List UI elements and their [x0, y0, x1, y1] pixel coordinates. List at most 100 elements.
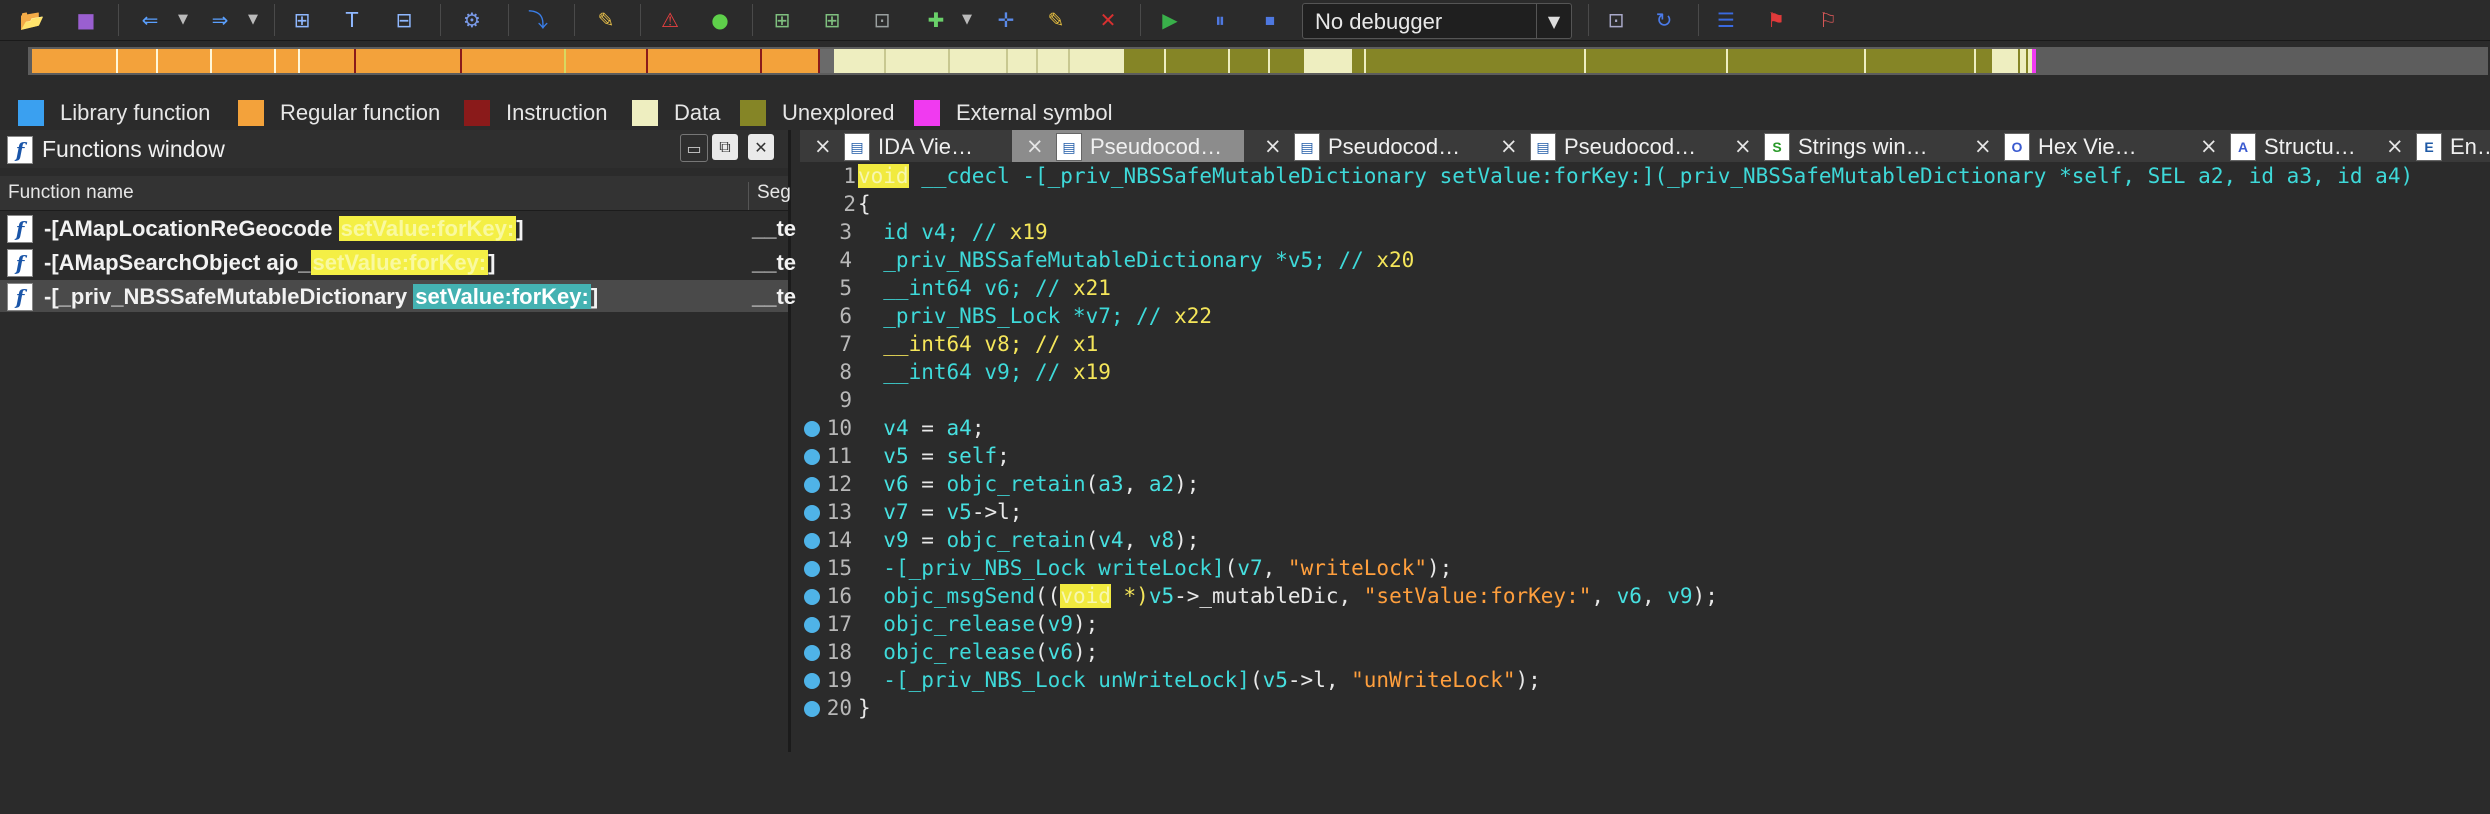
nav-tick [646, 49, 648, 73]
code-line[interactable]: 10 v4 = a4; [800, 414, 2490, 442]
close-icon[interactable]: × [1264, 134, 1282, 158]
code-line[interactable]: 12 v6 = objc_retain(a3, a2); [800, 470, 2490, 498]
tab-pseudocode[interactable]: × ▤ Pseudocod… [1486, 130, 1718, 162]
chevron-down-icon[interactable]: ▼ [248, 12, 258, 27]
close-icon[interactable]: × [1734, 134, 1752, 158]
column-segment[interactable]: Seg [748, 182, 791, 210]
go-icon[interactable]: ● [706, 6, 734, 34]
structures-icon: A [2230, 133, 2256, 161]
close-icon[interactable]: × [1974, 134, 1992, 158]
breakpoint-marker[interactable] [804, 701, 820, 717]
breakpoint-marker[interactable] [804, 617, 820, 633]
close-icon[interactable]: × [2200, 134, 2218, 158]
segment-icon[interactable]: ⊡ [868, 6, 896, 34]
code-line[interactable]: 13 v7 = v5->l; [800, 498, 2490, 526]
tab-pseudocode[interactable]: × ▤ Pseudocod… [1250, 130, 1482, 162]
breakpoint-marker[interactable] [804, 533, 820, 549]
code-line[interactable]: 2 { [800, 190, 2490, 218]
tab-structures[interactable]: × A Structu… [2186, 130, 2392, 162]
table-row[interactable]: f -[AMapSearchObject ajo_setValue:forKey… [0, 246, 796, 278]
search-match-highlight: setValue:forKey: [338, 216, 517, 241]
chevron-down-icon[interactable]: ▼ [962, 12, 972, 27]
code-line[interactable]: 1 void __cdecl -[_priv_NBSSafeMutableDic… [800, 162, 2490, 190]
code-line[interactable]: 11 v5 = self; [800, 442, 2490, 470]
restore-icon[interactable]: ▭ [680, 134, 708, 162]
forward-icon[interactable]: ⇒ [206, 6, 234, 34]
tab-strings-window[interactable]: × S Strings win… [1720, 130, 1960, 162]
jump-icon[interactable]: ⤵ [524, 6, 552, 34]
close-icon[interactable]: × [1026, 134, 1044, 158]
hex-view-icon[interactable]: ⊟ [390, 6, 418, 34]
pseudocode-view[interactable]: 1 void __cdecl -[_priv_NBSSafeMutableDic… [800, 162, 2490, 752]
plus-icon[interactable]: ✛ [992, 6, 1020, 34]
legend-item: Instruction [464, 98, 608, 128]
breakpoint-marker[interactable] [804, 673, 820, 689]
warning-icon[interactable]: ⚠ [656, 6, 684, 34]
breakpoint-marker[interactable] [804, 421, 820, 437]
pause-icon[interactable]: ⏸ [1206, 6, 1234, 34]
breakpoint-icon[interactable]: ⚑ [1762, 6, 1790, 34]
code-line[interactable]: 4 _priv_NBSSafeMutableDictionary *v5; //… [800, 246, 2490, 274]
nav-tick [1036, 49, 1038, 73]
tab-enums[interactable]: × E En… [2372, 130, 2490, 162]
text-view-icon[interactable]: T [338, 6, 366, 34]
code-line[interactable]: 7 __int64 v8; // x1 [800, 330, 2490, 358]
code-line[interactable]: 9 [800, 386, 2490, 414]
delete-icon[interactable]: ✕ [1094, 6, 1122, 34]
code-line[interactable]: 17 objc_release(v9); [800, 610, 2490, 638]
start-icon[interactable]: ▶ [1156, 6, 1184, 34]
open-icon[interactable]: 📂 [18, 6, 46, 34]
code-line[interactable]: 6 _priv_NBS_Lock *v7; // x22 [800, 302, 2490, 330]
tab-label: Pseudocod… [1090, 134, 1223, 159]
flag-icon[interactable]: ⚐ [1814, 6, 1842, 34]
proximity-icon[interactable]: ⚙ [458, 6, 486, 34]
add-icon[interactable]: ✚ [922, 6, 950, 34]
refresh-icon[interactable]: ↻ [1650, 6, 1678, 34]
breakpoint-marker[interactable] [804, 589, 820, 605]
close-icon[interactable]: ✕ [748, 134, 774, 160]
code-line[interactable]: 3 id v4; // x19 [800, 218, 2490, 246]
stop-icon[interactable]: ⏹ [1256, 6, 1284, 34]
breakpoint-marker[interactable] [804, 645, 820, 661]
breakpoint-list-icon[interactable]: ☰ [1712, 6, 1740, 34]
breakpoint-marker[interactable] [804, 449, 820, 465]
breakpoint-marker[interactable] [804, 505, 820, 521]
save-icon[interactable]: ■ [72, 6, 100, 34]
enum-icon[interactable]: ⊞ [818, 6, 846, 34]
code-text: -[_priv_NBS_Lock writeLock](v7, "writeLo… [883, 556, 1453, 580]
code-text: objc_release(v9); [883, 612, 1099, 636]
table-row-selected[interactable]: f -[_priv_NBSSafeMutableDictionary setVa… [0, 280, 796, 312]
chevron-down-icon[interactable]: ▼ [1536, 4, 1571, 38]
close-icon[interactable]: × [1500, 134, 1518, 158]
tab-hex-view[interactable]: × O Hex Vie… [1960, 130, 2186, 162]
graph-icon[interactable]: ⊞ [288, 6, 316, 34]
tab-ida-view[interactable]: × ▤ IDA Vie… [800, 130, 1032, 162]
close-icon[interactable]: × [814, 134, 832, 158]
attach-process-icon[interactable]: ⊡ [1602, 6, 1630, 34]
edit-icon[interactable]: ✎ [1042, 6, 1070, 34]
navigation-band[interactable] [28, 47, 2488, 75]
run-script-icon[interactable]: ✎ [592, 6, 620, 34]
nav-tick [1268, 49, 1270, 73]
tab-pseudocode-active[interactable]: × ▤ Pseudocod… [1012, 130, 1244, 162]
code-line[interactable]: 16 objc_msgSend((void *)v5->_mutableDic,… [800, 582, 2490, 610]
debugger-select[interactable]: No debugger ▼ [1302, 3, 1572, 39]
code-line[interactable]: 18 objc_release(v6); [800, 638, 2490, 666]
code-line[interactable]: 20 } [800, 694, 2490, 722]
back-icon[interactable]: ⇐ [136, 6, 164, 34]
float-icon[interactable]: ⧉ [712, 134, 738, 160]
table-row[interactable]: f -[AMapLocationReGeocode setValue:forKe… [0, 212, 796, 244]
struct-icon[interactable]: ⊞ [768, 6, 796, 34]
code-line[interactable]: 5 __int64 v6; // x21 [800, 274, 2490, 302]
chevron-down-icon[interactable]: ▼ [178, 12, 188, 27]
nav-tick [1584, 49, 1586, 73]
breakpoint-marker[interactable] [804, 561, 820, 577]
code-line[interactable]: 14 v9 = objc_retain(v4, v8); [800, 526, 2490, 554]
line-number: 17 [826, 612, 852, 636]
code-line[interactable]: 15 -[_priv_NBS_Lock writeLock](v7, "writ… [800, 554, 2490, 582]
code-line[interactable]: 8 __int64 v9; // x19 [800, 358, 2490, 386]
code-line[interactable]: 19 -[_priv_NBS_Lock unWriteLock](v5->l, … [800, 666, 2490, 694]
close-icon[interactable]: × [2386, 134, 2404, 158]
column-function-name[interactable]: Function name [8, 182, 134, 204]
breakpoint-marker[interactable] [804, 477, 820, 493]
